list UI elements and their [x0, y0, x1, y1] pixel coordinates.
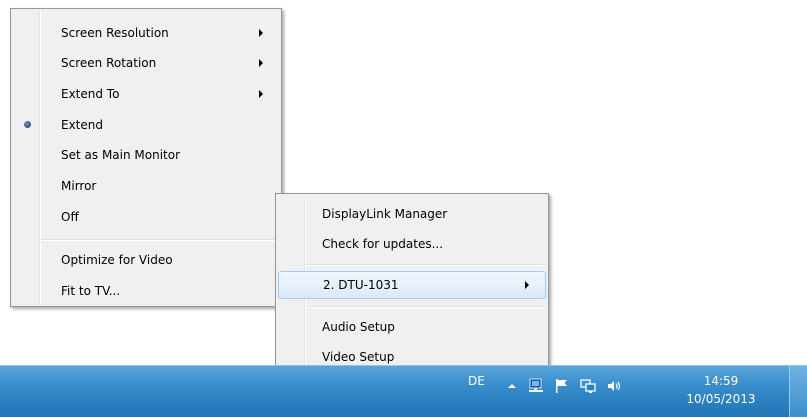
radio-selected-icon: [24, 121, 31, 128]
menu-item-label: Extend To: [61, 87, 120, 101]
menu-item-audio-setup[interactable]: Audio Setup: [278, 313, 546, 341]
submenu-arrow-icon: [525, 281, 529, 289]
menu-item-label: Extend: [61, 118, 103, 132]
volume-icon[interactable]: [606, 378, 622, 394]
menu-item-label: Audio Setup: [322, 320, 395, 334]
menu-item-optimize-for-video[interactable]: Optimize for Video: [13, 246, 279, 274]
menu-item-label: Check for updates...: [322, 237, 444, 251]
displaylink-icon[interactable]: [580, 378, 596, 394]
network-icon[interactable]: [528, 378, 544, 394]
clock-time: 14:59: [703, 374, 739, 388]
displaylink-menu: DisplayLink Manager Check for updates...…: [275, 193, 549, 375]
clock-date: 10/05/2013: [686, 392, 756, 406]
menu-item-displaylink-manager[interactable]: DisplayLink Manager: [278, 200, 546, 228]
language-indicator[interactable]: DE: [468, 374, 485, 388]
menu-item-set-as-main-monitor[interactable]: Set as Main Monitor: [13, 141, 279, 169]
system-tray: DE 14:59 10/05/2013: [460, 366, 790, 418]
submenu-arrow-icon: [259, 29, 263, 37]
menu-item-label: 2. DTU-1031: [323, 278, 399, 292]
menu-item-label: Screen Resolution: [61, 26, 169, 40]
action-center-flag-icon[interactable]: [554, 378, 570, 394]
menu-separator: [41, 239, 279, 241]
menu-item-label: Fit to TV...: [61, 284, 121, 298]
menu-item-mirror[interactable]: Mirror: [13, 172, 279, 200]
taskbar: DE 14:59 10/05/2013: [0, 365, 807, 417]
menu-item-extend-to[interactable]: Extend To: [13, 80, 279, 108]
menu-item-dtu-1031[interactable]: 2. DTU-1031: [278, 271, 546, 299]
menu-item-label: DisplayLink Manager: [322, 207, 448, 221]
show-hidden-icons-icon[interactable]: [504, 378, 520, 394]
menu-item-off[interactable]: Off: [13, 203, 279, 231]
menu-separator: [306, 306, 546, 308]
submenu-arrow-icon: [259, 90, 263, 98]
menu-item-label: Optimize for Video: [61, 253, 173, 267]
show-desktop-button[interactable]: [789, 365, 807, 417]
menu-item-label: Video Setup: [322, 350, 395, 364]
menu-item-extend[interactable]: Extend: [13, 111, 279, 139]
menu-item-label: Screen Rotation: [61, 56, 157, 70]
menu-item-screen-resolution[interactable]: Screen Resolution: [13, 19, 279, 47]
submenu-arrow-icon: [259, 59, 263, 67]
menu-item-label: Mirror: [61, 179, 97, 193]
menu-item-label: Off: [61, 210, 79, 224]
menu-separator: [306, 264, 546, 266]
context-menu: Screen Resolution Screen Rotation Extend…: [10, 8, 282, 307]
menu-item-label: Set as Main Monitor: [61, 148, 181, 162]
menu-item-screen-rotation[interactable]: Screen Rotation: [13, 49, 279, 77]
menu-item-fit-to-tv[interactable]: Fit to TV...: [13, 277, 279, 305]
menu-item-check-for-updates[interactable]: Check for updates...: [278, 230, 546, 258]
clock[interactable]: 14:59 10/05/2013: [676, 372, 766, 408]
